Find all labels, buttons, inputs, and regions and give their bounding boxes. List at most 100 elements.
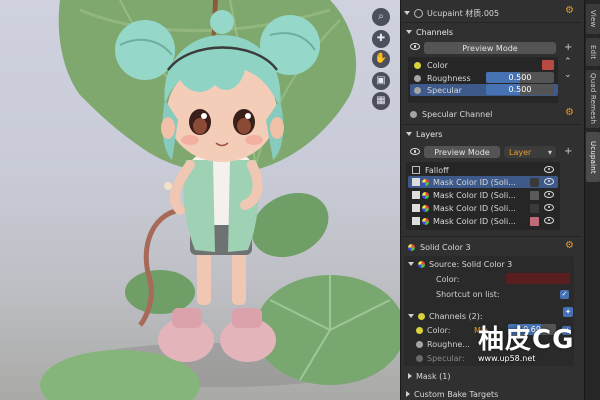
visibility-eye-icon[interactable] bbox=[544, 177, 554, 187]
layer-swatch[interactable] bbox=[530, 203, 539, 213]
solid-color-title: Solid Color 3 bbox=[420, 242, 471, 252]
3d-viewport[interactable]: ⌕ ✚ ✋ ▣ ▦ bbox=[0, 0, 400, 400]
specular-slider[interactable]: 0.500 bbox=[486, 84, 554, 95]
channels-header[interactable]: Channels bbox=[406, 26, 590, 38]
source-row[interactable]: Source: Solid Color 3 bbox=[408, 258, 592, 270]
layer-icon bbox=[412, 166, 420, 174]
layer-swatch[interactable] bbox=[530, 216, 539, 226]
mask-label: Mask (1) bbox=[416, 371, 451, 381]
channel-item-color[interactable]: Color bbox=[414, 59, 560, 71]
color-swatch[interactable] bbox=[542, 60, 554, 70]
tab-view[interactable]: View bbox=[586, 4, 600, 34]
layers-expand-icon bbox=[406, 132, 412, 136]
channels-sub-icon bbox=[418, 312, 425, 320]
color-id-icon bbox=[422, 191, 429, 199]
channel-specular-icon bbox=[416, 354, 423, 362]
settings-gear-icon[interactable]: ⚙ bbox=[565, 6, 574, 16]
layer-item-mask-2[interactable]: Mask Color ID (Soli... bbox=[408, 189, 558, 201]
channel-label: Specular bbox=[427, 85, 462, 95]
color-id-icon bbox=[422, 178, 429, 186]
channel-specular-label: Specular: bbox=[427, 353, 465, 363]
camera-icon[interactable]: ▣ bbox=[372, 72, 390, 90]
channel-toggle-icon[interactable]: ✦ bbox=[563, 307, 573, 317]
layer-item-mask-3[interactable]: Mask Color ID (Soli... bbox=[408, 202, 558, 214]
layers-eye-icon[interactable] bbox=[410, 148, 420, 157]
layer-icon bbox=[412, 217, 420, 225]
hand-icon[interactable]: ✋ bbox=[372, 50, 390, 68]
source-expand-icon bbox=[408, 262, 414, 266]
layer-swatch[interactable] bbox=[530, 190, 539, 200]
divider bbox=[402, 124, 582, 125]
channels-preview-mode-button[interactable]: Preview Mode bbox=[424, 42, 556, 54]
visibility-eye-icon[interactable] bbox=[544, 216, 554, 226]
watermark-logo: 柚皮CG bbox=[478, 325, 575, 355]
zoom-icon[interactable]: ⌕ bbox=[372, 8, 390, 26]
layer-icon bbox=[412, 191, 420, 199]
shortcut-checkbox[interactable]: ✓ bbox=[560, 289, 569, 299]
layer-icon bbox=[412, 204, 420, 212]
visibility-eye-icon[interactable] bbox=[544, 190, 554, 200]
source-icon bbox=[418, 260, 425, 268]
pan-icon[interactable]: ✚ bbox=[372, 30, 390, 48]
channels-sub-label: Channels (2): bbox=[429, 311, 483, 321]
divider bbox=[402, 22, 582, 23]
grid-icon[interactable]: ▦ bbox=[372, 92, 390, 110]
watermark-url: www.up58.net bbox=[478, 354, 536, 363]
watermark: 柚皮CG www.up58.net bbox=[478, 326, 588, 396]
collapse-icon[interactable] bbox=[404, 11, 410, 15]
channel-roughness-label: Roughne... bbox=[427, 339, 470, 349]
tab-edit[interactable]: Edit bbox=[586, 38, 600, 66]
material-icon bbox=[414, 8, 423, 18]
solid-color-icon bbox=[408, 243, 415, 251]
add-layer-icon[interactable]: + bbox=[564, 146, 572, 157]
visibility-eye-icon[interactable] bbox=[544, 165, 554, 175]
layer-item-falloff[interactable]: Falloff bbox=[408, 164, 558, 176]
channel-item-roughness[interactable]: Roughness 0.500 bbox=[414, 72, 560, 84]
layer-mode-dropdown[interactable]: Layer ▾ bbox=[504, 146, 556, 158]
divider bbox=[402, 236, 582, 237]
channels-sub-expand-icon bbox=[408, 314, 414, 318]
layer-item-mask-4[interactable]: Mask Color ID (Soli... bbox=[408, 215, 558, 227]
channel-color-label: Color: bbox=[427, 325, 451, 335]
channels-expand-icon bbox=[406, 30, 412, 34]
color-id-icon bbox=[422, 217, 429, 225]
dropdown-arrow-icon: ▾ bbox=[547, 147, 552, 157]
roughness-channel-icon bbox=[414, 74, 421, 82]
color-channel-icon bbox=[414, 61, 421, 69]
channel-roughness-icon bbox=[416, 340, 423, 348]
specular-icon bbox=[410, 110, 417, 118]
channels-eye-icon[interactable] bbox=[410, 43, 420, 52]
channel-label: Color bbox=[427, 60, 448, 70]
channel-item-specular[interactable]: Specular 0.500 bbox=[410, 84, 558, 96]
layers-preview-mode-button[interactable]: Preview Mode bbox=[424, 146, 500, 158]
mask-expand-icon bbox=[408, 373, 412, 379]
move-up-icon[interactable]: ⌃ bbox=[564, 57, 572, 67]
panel-header: Ucupaint 材质.005 bbox=[404, 6, 588, 20]
visibility-eye-icon[interactable] bbox=[544, 203, 554, 213]
material-name: Ucupaint 材质.005 bbox=[427, 8, 500, 18]
solid-color-swatch[interactable] bbox=[506, 273, 570, 284]
channel-color-icon bbox=[416, 326, 423, 334]
color-id-icon bbox=[422, 204, 429, 212]
character-render bbox=[40, 0, 400, 400]
layer-swatch[interactable] bbox=[530, 177, 539, 187]
channels-title: Channels bbox=[416, 27, 454, 37]
specular-channel-label: Specular Channel bbox=[422, 109, 493, 119]
tab-quad-remesh[interactable]: Quad Remesh bbox=[586, 70, 600, 128]
tab-ucupaint[interactable]: Ucupaint bbox=[586, 132, 600, 182]
layers-title: Layers bbox=[416, 129, 443, 139]
shortcut-row: Shortcut on list: bbox=[436, 288, 600, 300]
bake-expand-icon bbox=[406, 391, 410, 397]
move-down-icon[interactable]: ⌄ bbox=[564, 70, 572, 80]
specular-channel-icon bbox=[414, 86, 421, 94]
layers-header[interactable]: Layers bbox=[406, 128, 590, 140]
channel-label: Roughness bbox=[427, 73, 471, 83]
solid-color-gear-icon[interactable]: ⚙ bbox=[565, 241, 574, 251]
color-label: Color: bbox=[436, 274, 460, 284]
add-channel-icon[interactable]: + bbox=[564, 42, 572, 53]
specular-gear-icon[interactable]: ⚙ bbox=[565, 108, 574, 118]
roughness-slider[interactable]: 0.500 bbox=[486, 72, 554, 83]
shortcut-label: Shortcut on list: bbox=[436, 289, 500, 299]
layer-icon bbox=[412, 178, 420, 186]
layer-item-mask-1[interactable]: Mask Color ID (Soli... bbox=[408, 176, 558, 188]
